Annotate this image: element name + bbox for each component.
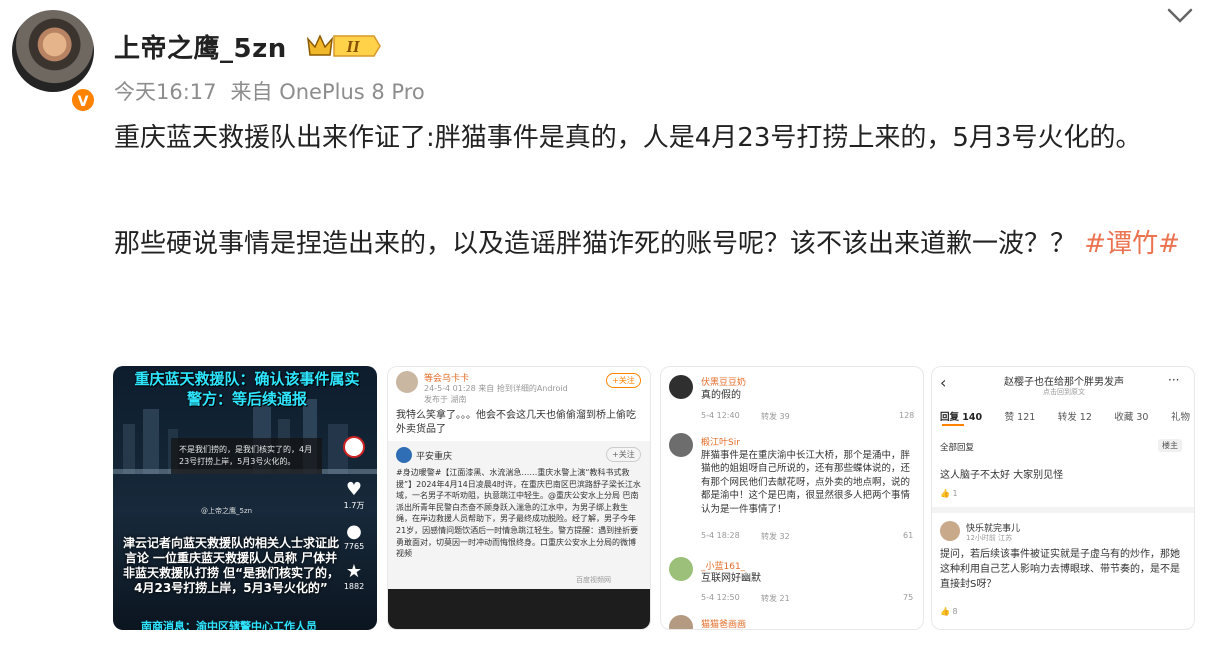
star-count: 1882 [343,582,365,591]
thumb4-title: 赵樱子也在给那个胖男发声 [1004,377,1124,388]
star-icon[interactable]: ★ [339,561,369,582]
level-text: II [345,37,361,56]
video-side-actions: ♥ 1.7万 ● 7765 ★ 1882 [339,436,369,591]
post-time[interactable]: 今天16:17 [114,80,217,104]
thumb3-avatar-2 [669,433,693,457]
thumb2-repost-user: 平安重庆 [416,452,453,462]
image-thumbnail-3[interactable]: 伏黑豆豆奶 真的假的 5-4 12:40 转发 39 128 椴江叶Sir 胖猫… [660,366,924,630]
thumb3-text-1: 真的假的 [701,390,741,401]
video-watermark: @上帝之鹰_5zn [201,507,253,515]
thumb3-repost-2: 转发 32 [761,532,790,541]
thumb4-tabs: 回复 140 赞 121 转发 12 收藏 30 礼物 [940,409,1190,423]
thumb4-section-label: 全部回复 [940,443,975,453]
thumb4-comment-2-likes: 👍 8 [940,607,958,616]
avatar-image [12,10,94,92]
image-thumbnail-1[interactable]: 重庆蓝天救援队：确认该事件属实 警方：等后续通报 不是我们捞的，是我们核实了的，… [113,366,377,630]
post-paragraph-2-text: 那些硬说事情是捏造出来的，以及造谣胖猫诈死的账号呢？该不该出来道歉一波？？ [114,229,1077,259]
like-count: 1.7万 [343,501,365,510]
thumb3-text-3: 互联网好幽默 [701,573,761,584]
post-paragraph-1: 重庆蓝天救援队出来作证了:胖猫事件是真的，人是4月23号打捞上来的，5月3号火化… [114,123,1142,153]
thumb4-divider [932,507,1194,513]
thumb3-likes-3: 75 [903,593,914,602]
thumb2-repost-follow: +关注 [606,447,641,462]
thumb4-time-2: 12小时前 江苏 [966,534,1013,542]
thumb4-tab-like: 赞 121 [1004,412,1036,423]
post-meta: 今天16:17 来自 OnePlus 8 Pro [114,76,439,106]
thumb3-text-2: 胖猫事件是在重庆渝中长江大桥，那个是涌中，胖猫他的姐姐呀自己所说的，还有那些蝶体… [701,450,911,515]
thumb2-location: 发布于 湖南 [424,395,467,404]
thumb4-tab-indicator [942,424,964,426]
video-subtitle-box: 不是我们捞的，是我们核实了的，4月23号打捞上岸，5月3号火化的。 [171,438,322,474]
verified-badge-icon: V [70,87,96,113]
thumb4-comment-1-likes: 👍 1 [940,489,958,498]
video-bottom-text: 南商消息：渝中区辖警中心工作人员 [141,620,317,630]
thumb2-follow-button: +关注 [606,373,641,388]
image-thumbnail-4[interactable]: ‹ 赵樱子也在给那个胖男发声 点击回到原文 ··· 回复 140 赞 121 转… [931,366,1195,630]
channel-logo-icon[interactable] [343,436,365,458]
hashtag-link[interactable]: #谭竹# [1084,229,1180,259]
thumb2-avatar [396,371,418,393]
thumb3-time-2: 5-4 18:28 [701,531,740,540]
thumb2-video-preview: 百度视频网 [388,576,650,629]
more-options-icon: ··· [1168,373,1180,387]
thumb3-user-1: 伏黑豆豆奶 [701,378,747,388]
thumb4-avatar-2 [940,521,960,541]
thumb2-repost-avatar [396,447,412,463]
video-headline-1: 重庆蓝天救援队：确认该事件属实 [134,370,360,388]
username[interactable]: 上帝之鹰_5zn [114,28,287,65]
thumb3-repost-3: 转发 21 [761,594,790,603]
thumb3-avatar-1 [669,375,693,399]
thumb4-tab-fav: 收藏 30 [1114,412,1149,423]
post-source: 来自 OnePlus 8 Pro [230,80,425,104]
thumb4-comment-1: 这人脑子不太好 大家别见怪 [940,470,1064,481]
thumb2-repost-box: 平安重庆 +关注 #身边暖警#【江面漆黑、水流湍急……重庆水警上演“教科书式救援… [388,441,650,629]
thumb4-comment-2: 提问，若后续该事件被证实就是子虚乌有的炒作，那她这种利用自己艺人影响力去博眼球、… [940,549,1180,590]
post-paragraph-2: 那些硬说事情是捏造出来的，以及造谣胖猫诈死的账号呢？该不该出来道歉一波？？ #谭… [114,218,1186,271]
comment-count: 7765 [343,542,365,551]
thumb3-repost-1: 转发 39 [761,412,790,421]
thumb3-time-1: 5-4 12:40 [701,411,740,420]
thumb3-avatar-3 [669,557,693,581]
like-heart-icon[interactable]: ♥ [339,479,369,500]
user-avatar[interactable]: V [12,10,96,113]
thumb4-tab-repost: 转发 12 [1057,412,1092,423]
thumb4-tab-reply: 回复 140 [940,412,983,423]
thumb4-owner-tag: 楼主 [1158,439,1182,452]
thumb4-subtitle: 点击回到原文 [1043,388,1085,396]
thumb2-video-label: 百度视频网 [576,576,611,584]
thumb3-user-3: _小蓝161_ [701,562,746,572]
thumb3-likes-1: 128 [899,411,915,420]
thumb3-avatar-4 [669,615,693,629]
chevron-down-icon[interactable] [1165,5,1195,27]
thumb3-user-4: 猫猫爸画画 [701,620,747,630]
post-content: 重庆蓝天救援队出来作证了:胖猫事件是真的，人是4月23号打捞上来的，5月3号火化… [114,112,1186,271]
thumb3-likes-2: 61 [903,531,914,540]
level-crown-badge-icon: II [306,34,381,57]
comment-icon[interactable]: ● [339,521,369,542]
thumb3-time-3: 5-4 12:50 [701,593,740,602]
thumb2-comment: 我特么笑拿了。。。他会不会这几天也偷偷溜到桥上偷吃外卖货品了 [396,410,636,435]
thumb2-repost-text: #身边暖警#【江面漆黑、水流湍急……重庆水警上演“教科书式救援”】2024年4月… [396,468,641,559]
thumb3-user-2: 椴江叶Sir [701,438,740,448]
thumb2-time: 24-5-4 01:28 来自 抢到详细的Android [424,384,568,393]
video-caption: 津云记者向蓝天救援队的相关人士求证此言论 一位重庆蓝天救援队人员称 尸体并非蓝天… [122,536,340,595]
video-headline-2: 警方：等后续通报 [186,390,307,408]
thumb4-tab-gift: 礼物 [1170,412,1190,423]
image-thumbnail-2[interactable]: 等会乌卡卡 24-5-4 01:28 来自 抢到详细的Android 发布于 湖… [387,366,651,630]
